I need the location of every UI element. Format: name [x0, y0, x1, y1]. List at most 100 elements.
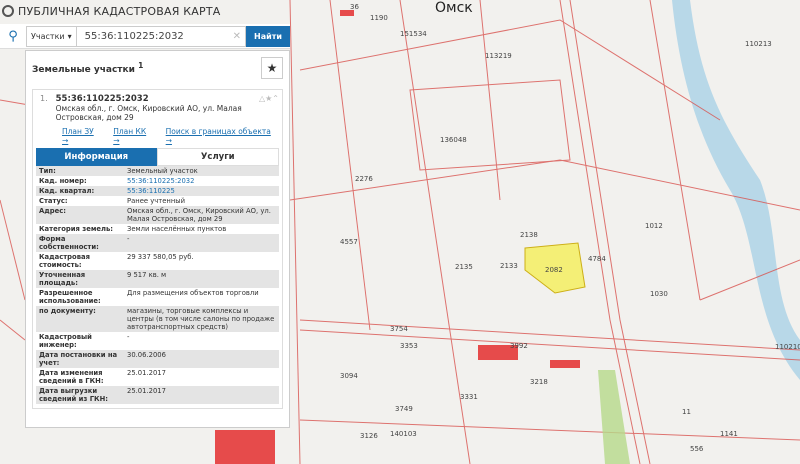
info-row: Кад. квартал: 55:36:110225: [36, 186, 279, 196]
info-value: 25.01.2017: [127, 369, 166, 377]
map-parcel-label: 4784: [588, 255, 606, 263]
map-parcel-label: 2082: [545, 266, 563, 274]
info-row: Уточненная площадь: 9 517 кв. м: [36, 270, 279, 288]
info-key: Дата постановки на учет:: [39, 351, 118, 367]
map-parcel-label: 2276: [355, 175, 373, 183]
info-key: Кадастровая стоимость:: [39, 253, 90, 269]
link-plan-kk[interactable]: План КК →: [113, 127, 154, 145]
info-value: -: [127, 235, 130, 243]
map-parcel-label: 4557: [340, 238, 358, 246]
result-card[interactable]: 1. 55:36:110225:2032 Омская обл., г. Омск,…: [32, 89, 283, 409]
map-city-label: Омск: [435, 0, 473, 16]
map-parcel-label: 110213: [745, 40, 772, 48]
info-row: Адрес: Омская обл., г. Омск, Кировский АО…: [36, 206, 279, 224]
info-row: Категория земель: Земли населённых пункто…: [36, 224, 279, 234]
info-value[interactable]: 55:36:110225: [124, 186, 279, 196]
info-value: 30.06.2006: [127, 351, 166, 359]
app-title: ПУБЛИЧНАЯ КАДАСТРОВАЯ КАРТА: [18, 4, 221, 18]
results-count: 1: [138, 61, 144, 70]
info-value: Земельный участок: [127, 167, 198, 175]
map-parcel-label: 2133: [500, 262, 518, 270]
info-value: -: [127, 333, 130, 341]
info-row: Тип: Земельный участок: [36, 166, 279, 176]
map-parcel-label: 151534: [400, 30, 427, 38]
info-row: Статус: Ранее учтенный: [36, 196, 279, 206]
panel-title-text: Земельные участки: [32, 65, 135, 75]
map-parcel-label: 2135: [455, 263, 473, 271]
map-parcel-label: 3218: [530, 378, 548, 386]
info-value: 25.01.2017: [127, 387, 166, 395]
info-key: Кадастровый инженер:: [39, 333, 92, 349]
info-key: Кад. квартал:: [39, 187, 95, 195]
info-key: Дата изменения сведений в ГКН:: [39, 369, 104, 385]
info-key: Разрешенное использование:: [39, 289, 101, 305]
map-parcel-label: 1190: [370, 14, 388, 22]
info-value: магазины, торговые комплексы и центры (в…: [127, 307, 275, 331]
info-key: Статус:: [39, 197, 68, 205]
info-key: Категория земель:: [39, 225, 113, 233]
info-key: Кад. номер:: [39, 177, 87, 185]
result-index: 1.: [40, 94, 48, 103]
search-type-value: Участки: [31, 31, 65, 41]
info-row: Дата изменения сведений в ГКН: 25.01.2017: [36, 368, 279, 386]
panel-title: Земельные участки 1: [32, 61, 143, 75]
clear-icon[interactable]: ✕: [233, 31, 245, 42]
info-value[interactable]: 55:36:110225:2032: [124, 176, 279, 186]
chevron-down-icon: ▾: [67, 31, 72, 41]
info-key: Тип:: [39, 167, 56, 175]
info-row: Кадастровая стоимость: 29 337 580,05 руб.: [36, 252, 279, 270]
info-value: 9 517 кв. м: [127, 271, 167, 279]
map-parcel-label: 110210: [775, 343, 800, 351]
result-address: Омская обл., г. Омск, Кировский АО, ул. …: [55, 104, 242, 122]
map-parcel-label: 1012: [645, 222, 663, 230]
map-parcel-label: 3126: [360, 432, 378, 440]
info-row: Дата постановки на учет: 30.06.2006: [36, 350, 279, 368]
search-input-value: 55:36:110225:2032: [84, 30, 184, 42]
map-parcel-label: 3353: [400, 342, 418, 350]
map-parcel-label: 113219: [485, 52, 512, 60]
info-key: по документу:: [39, 307, 96, 315]
map-parcel-label: 2138: [520, 231, 538, 239]
info-value: Земли населённых пунктов: [127, 225, 227, 233]
link-search-within[interactable]: Поиск в границах объекта →: [166, 127, 279, 145]
search-icon[interactable]: ⚲: [0, 29, 26, 44]
map-parcel-label: 3331: [460, 393, 478, 401]
app-header: ПУБЛИЧНАЯ КАДАСТРОВАЯ КАРТА: [0, 0, 220, 22]
favorites-star-button[interactable]: ★: [261, 57, 283, 79]
info-key: Уточненная площадь:: [39, 271, 86, 287]
map-parcel-label: 140103: [390, 430, 417, 438]
info-key: Адрес:: [39, 207, 66, 215]
search-input[interactable]: 55:36:110225:2032 ✕: [76, 25, 246, 47]
info-row: Дата выгрузки сведений из ГКН: 25.01.2017: [36, 386, 279, 404]
map-parcel-label: 556: [690, 445, 704, 453]
map-parcel-label: 3754: [390, 325, 408, 333]
link-plan-zu[interactable]: План ЗУ →: [62, 127, 102, 145]
tab-info[interactable]: Информация: [36, 148, 157, 166]
info-row: Кад. номер: 55:36:110225:2032: [36, 176, 279, 186]
info-value: Ранее учтенный: [127, 197, 186, 205]
search-type-select[interactable]: Участки ▾: [26, 25, 77, 47]
info-row: Разрешенное использование: Для размещения…: [36, 288, 279, 306]
search-button[interactable]: Найти: [246, 25, 290, 47]
map-parcel-label: 3749: [395, 405, 413, 413]
map-parcel-label: 136048: [440, 136, 467, 144]
info-key: Форма собственности:: [39, 235, 99, 251]
globe-logo-icon: [2, 5, 14, 17]
map-parcel-label: 1141: [720, 430, 738, 438]
result-cadastral-number: 55:36:110225:2032: [55, 94, 149, 104]
info-key: Дата выгрузки сведений из ГКН:: [39, 387, 108, 403]
info-table: Тип: Земельный участок Кад. номер: 55:36:11…: [36, 166, 279, 404]
map-parcel-label: 1030: [650, 290, 668, 298]
info-row: по документу: магазины, торговые комплекс…: [36, 306, 279, 332]
info-value: Омская обл., г. Омск, Кировский АО, ул. …: [127, 207, 271, 223]
tab-services[interactable]: Услуги: [156, 148, 279, 166]
info-row: Форма собственности: -: [36, 234, 279, 252]
info-value: Для размещения объектов торговли: [127, 289, 259, 297]
search-bar: ⚲ Участки ▾ 55:36:110225:2032 ✕ Найти: [0, 24, 290, 49]
map-parcel-label: 3094: [340, 372, 358, 380]
info-row: Кадастровый инженер: -: [36, 332, 279, 350]
map-parcel-label: 11: [682, 408, 691, 416]
result-actions-icons[interactable]: △★⌃: [259, 94, 279, 122]
map-parcel-label: 3992: [510, 342, 528, 350]
map-parcel-label: 36: [350, 3, 359, 11]
